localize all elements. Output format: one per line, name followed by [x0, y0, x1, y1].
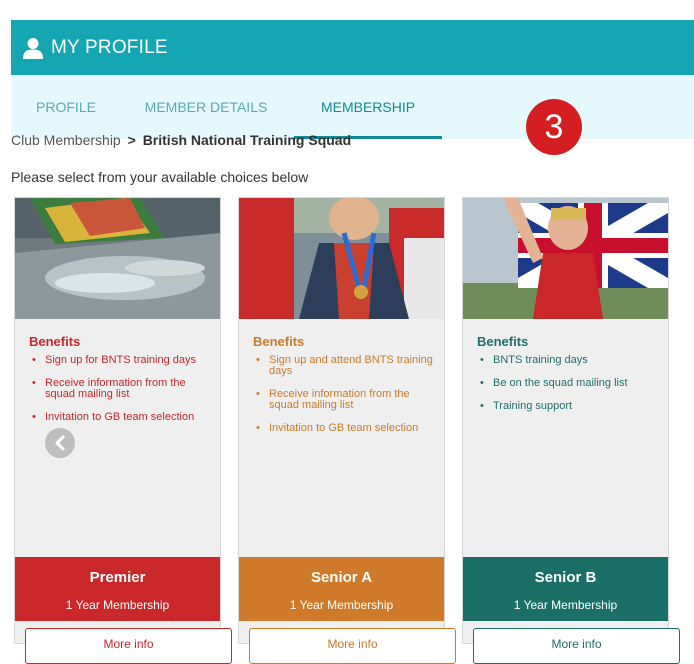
benefit-item: Receive information from the squad maili… — [253, 389, 433, 411]
membership-card-senior-b[interactable]: Benefits BNTS training days Be on the sq… — [462, 197, 669, 644]
benefit-item: Sign up for BNTS training days — [29, 355, 209, 367]
benefits-heading: Benefits — [477, 334, 529, 349]
card-footer[interactable]: Senior A 1 Year Membership — [239, 557, 444, 621]
breadcrumb-separator: > — [127, 132, 136, 148]
benefits-list: Sign up for BNTS training days Receive i… — [29, 355, 209, 435]
more-info-button-premier[interactable]: More info — [25, 628, 232, 664]
card-footer[interactable]: Premier 1 Year Membership — [15, 557, 220, 621]
tab-bar: PROFILE MEMBER DETAILS MEMBERSHIP — [11, 75, 694, 139]
benefits-list: Sign up and attend BNTS training days Re… — [253, 355, 433, 446]
benefits-heading: Benefits — [29, 334, 81, 349]
membership-card-senior-a[interactable]: Benefits Sign up and attend BNTS trainin… — [238, 197, 445, 644]
carousel-prev-button[interactable] — [45, 428, 75, 458]
membership-term: 1 Year Membership — [289, 598, 394, 612]
benefit-item: Invitation to GB team selection — [29, 412, 209, 424]
card-footer[interactable]: Senior B 1 Year Membership — [463, 557, 668, 621]
step-number-badge: 3 — [526, 99, 582, 155]
page-title: MY PROFILE — [51, 37, 168, 58]
more-info-button-senior-a[interactable]: More info — [249, 628, 456, 664]
user-icon — [23, 38, 43, 59]
more-info-button-senior-b[interactable]: More info — [473, 628, 680, 664]
membership-term: 1 Year Membership — [65, 598, 170, 612]
tab-profile[interactable]: PROFILE — [23, 75, 109, 139]
breadcrumb-current: British National Training Squad — [142, 132, 352, 148]
benefits-heading: Benefits — [253, 334, 305, 349]
tab-member-details[interactable]: MEMBER DETAILS — [131, 75, 281, 139]
card-photo-rowing — [15, 198, 220, 319]
benefit-item: Invitation to GB team selection — [253, 423, 433, 435]
card-photo-flag — [463, 198, 668, 319]
benefit-item: Be on the squad mailing list — [477, 378, 657, 390]
membership-name: Senior B — [534, 569, 597, 586]
membership-card-premier[interactable]: Benefits Sign up for BNTS training days … — [14, 197, 221, 644]
benefit-item: BNTS training days — [477, 355, 657, 367]
breadcrumb-parent[interactable]: Club Membership — [11, 132, 121, 148]
membership-name: Premier — [89, 569, 146, 586]
membership-name: Senior A — [310, 569, 373, 586]
tab-membership[interactable]: MEMBERSHIP — [294, 75, 442, 139]
card-photo-medal — [239, 198, 444, 319]
benefit-item: Receive information from the squad maili… — [29, 378, 209, 400]
benefit-item: Training support — [477, 401, 657, 413]
instruction-text: Please select from your available choice… — [11, 169, 309, 185]
benefits-list: BNTS training days Be on the squad maili… — [477, 355, 657, 424]
breadcrumb: Club Membership > British National Train… — [11, 132, 351, 148]
benefit-item: Sign up and attend BNTS training days — [253, 355, 433, 377]
panel-header: MY PROFILE — [11, 20, 694, 75]
chevron-left-icon — [55, 435, 65, 451]
membership-term: 1 Year Membership — [513, 598, 618, 612]
